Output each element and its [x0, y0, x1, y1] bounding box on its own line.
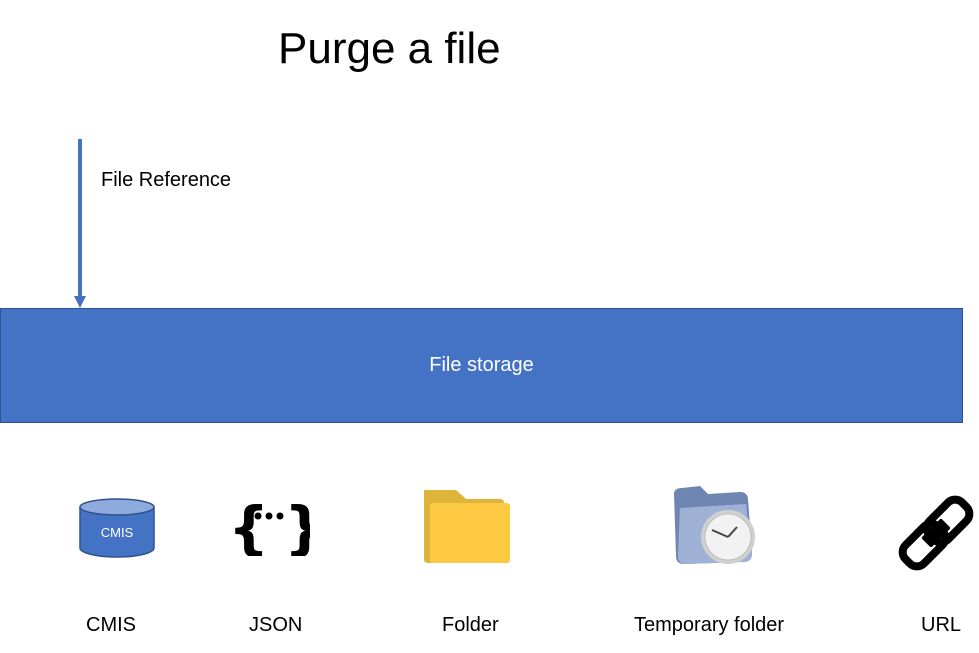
storage-type-label: CMIS [86, 614, 136, 636]
folder-clock-icon [674, 486, 755, 564]
svg-text:{: { [228, 500, 269, 556]
svg-text:}: } [284, 500, 310, 556]
storage-type-label: Temporary folder [634, 614, 785, 636]
file-storage-box: File storage [0, 308, 963, 423]
folder-icon [424, 490, 510, 563]
json-braces-icon: { } [228, 500, 310, 556]
storage-type-label: URL [921, 614, 962, 636]
file-reference-label: File Reference [101, 169, 232, 191]
page-title: Purge a file [278, 24, 501, 73]
cmis-icon-text: CMIS [101, 525, 134, 540]
file-storage-label: File storage [429, 354, 534, 376]
arrow-line [78, 139, 82, 299]
storage-type-label: JSON [249, 614, 303, 636]
storage-type-label: Folder [442, 614, 499, 636]
database-cylinder-icon: CMIS [79, 498, 155, 558]
link-icon [898, 495, 974, 571]
arrow-head-icon [74, 296, 86, 308]
